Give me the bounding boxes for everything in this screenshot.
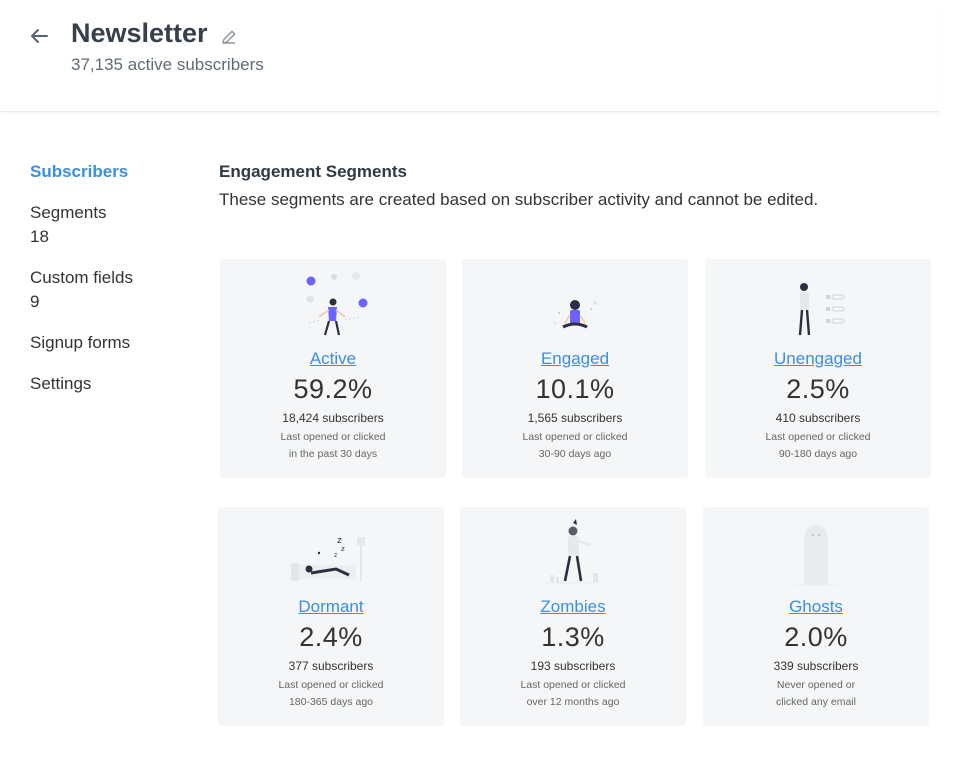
back-button[interactable] [26, 24, 52, 48]
segment-description: Last opened or clicked in the past 30 da… [220, 429, 446, 463]
segment-description-line: in the past 30 days [288, 448, 378, 460]
segment-subscribers: 410 subscribers [775, 411, 861, 425]
segment-description-line: Last opened or clicked [280, 431, 386, 443]
segment-description-line: Last opened or clicked [278, 679, 384, 691]
segment-card-engaged[interactable]: Engaged 10.1% 1,565 subscribers Last ope… [462, 259, 688, 478]
segment-description: Last opened or clicked 90-180 days ago [705, 429, 931, 463]
subscriber-count: 37,135 active subscribers [71, 55, 264, 74]
svg-text:z: z [334, 552, 337, 559]
edit-title-button[interactable] [218, 26, 240, 48]
segment-card-zombies[interactable]: Zombies 1.3% 193 subscribers Last opened… [460, 507, 686, 726]
segment-card-active[interactable]: Active 59.2% 18,424 subscribers Last ope… [220, 259, 446, 478]
segment-card-dormant[interactable]: z z z Dormant 2.4% 377 subscribers Last … [218, 507, 444, 726]
sidebar-item-count: 18 [30, 227, 49, 246]
juggler-illustration-icon [306, 272, 368, 336]
segment-description-line: Last opened or clicked [520, 679, 626, 691]
segment-subscribers: 18,424 subscribers [282, 411, 384, 425]
segment-description-line: 180-365 days ago [288, 696, 374, 708]
segment-card-ghosts[interactable]: Ghosts 2.0% 339 subscribers Never opened… [703, 507, 929, 726]
segment-percent: 2.4% [299, 622, 363, 652]
checklist-person-illustration-icon [798, 283, 845, 336]
sidebar-item-count: 9 [30, 292, 40, 311]
sidebar-item-label: Custom fields [30, 268, 133, 287]
sidebar-item-subscribers[interactable]: Subscribers [30, 160, 200, 184]
segment-link[interactable]: Dormant [218, 597, 444, 617]
segment-link[interactable]: Zombies [460, 597, 686, 617]
segment-description-line: Never opened or [776, 679, 856, 691]
segment-link[interactable]: Unengaged [705, 349, 931, 369]
segment-subscribers: 339 subscribers [773, 659, 859, 673]
segment-percent: 1.3% [541, 622, 605, 652]
section-title: Engagement Segments [219, 162, 407, 181]
svg-text:z: z [341, 545, 345, 553]
segment-percent: 10.1% [535, 374, 615, 404]
sidebar-item-label: Signup forms [30, 333, 131, 352]
sidebar-item-label: Settings [30, 374, 92, 393]
segment-description: Last opened or clicked over 12 months ag… [460, 677, 686, 711]
page-header: Newsletter 37,135 active subscribers [0, 0, 940, 112]
segment-percent: 2.0% [784, 622, 848, 652]
sidebar-item-settings[interactable]: Settings [30, 372, 200, 396]
zombie-illustration-icon [545, 519, 601, 584]
segment-link[interactable]: Active [220, 349, 446, 369]
segment-description-line: 90-180 days ago [778, 448, 858, 460]
segment-subscribers: 1,565 subscribers [527, 411, 623, 425]
segment-description-line: 30-90 days ago [538, 448, 612, 460]
segment-description: Last opened or clicked 180-365 days ago [218, 677, 444, 711]
segment-card-unengaged[interactable]: Unengaged 2.5% 410 subscribers Last open… [705, 259, 931, 478]
segment-percent: 2.5% [786, 374, 850, 404]
segment-description-line: Last opened or clicked [765, 431, 871, 443]
segment-description-line: clicked any email [776, 696, 856, 708]
segment-description-line: over 12 months ago [526, 696, 620, 708]
meditating-person-illustration-icon [553, 300, 597, 329]
sidebar-item-label: Segments [30, 203, 107, 222]
sidebar-item-segments[interactable]: Segments 18 [30, 201, 200, 249]
sleeping-person-illustration-icon: z z z [291, 536, 365, 581]
pencil-icon [222, 30, 236, 44]
section-description: These segments are created based on subs… [219, 190, 819, 209]
segment-description-line: Last opened or clicked [522, 431, 628, 443]
segment-subscribers: 193 subscribers [530, 659, 616, 673]
segment-subscribers: 377 subscribers [288, 659, 374, 673]
page-title: Newsletter [71, 18, 208, 48]
arrow-left-icon [31, 29, 48, 43]
segment-description: Never opened or clicked any email [703, 677, 929, 711]
sidebar-item-label: Subscribers [30, 162, 129, 181]
segment-description: Last opened or clicked 30-90 days ago [462, 429, 688, 463]
segment-percent: 59.2% [293, 374, 373, 404]
segment-link[interactable]: Engaged [462, 349, 688, 369]
sidebar: Subscribers Segments 18 Custom fields 9 … [30, 160, 200, 413]
ghost-illustration-icon [794, 525, 838, 586]
sidebar-item-custom-fields[interactable]: Custom fields 9 [30, 266, 200, 314]
sidebar-item-signup-forms[interactable]: Signup forms [30, 331, 200, 355]
segment-link[interactable]: Ghosts [703, 597, 929, 617]
